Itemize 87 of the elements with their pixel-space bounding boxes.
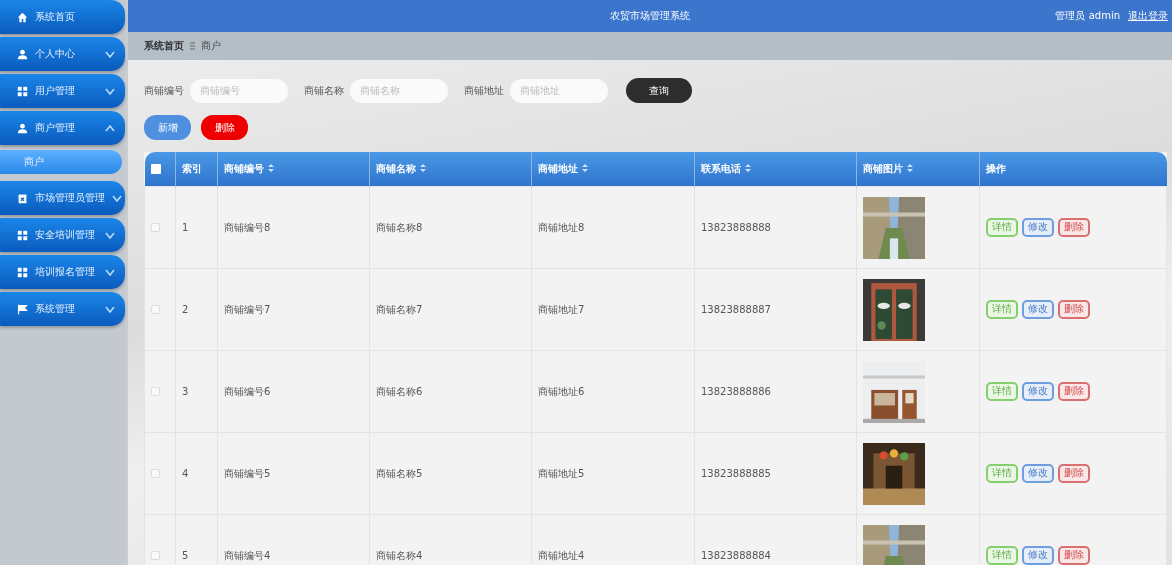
row-checkbox[interactable] [151,469,160,478]
table-cell: 商铺地址4 [538,549,585,561]
table-cell: 商铺编号4 [224,549,271,561]
table-cell: 商铺编号5 [224,467,271,479]
row-checkbox[interactable] [151,305,160,314]
add-button[interactable]: 新增 [144,115,191,140]
badge-icon [17,192,28,204]
delete-button[interactable]: 删除 [1058,546,1090,565]
sort-icon[interactable] [745,164,751,172]
edit-button[interactable]: 修改 [1022,218,1054,237]
app-title: 农贸市场管理系统 [610,10,690,21]
row-checkbox[interactable] [151,223,160,232]
sidebar-item[interactable]: 安全培训管理 [0,218,125,252]
table-cell: 4 [182,468,189,479]
sidebar-subitem[interactable]: 商户 [0,150,122,174]
grid-icon [17,229,28,241]
table-cell: 商铺地址8 [538,221,585,233]
column-header[interactable]: 商铺编号 [217,152,370,187]
grid-icon [17,266,28,278]
user-icon [17,48,28,60]
table-cell: 13823888886 [701,386,771,397]
edit-button[interactable]: 修改 [1022,300,1054,319]
select-all-checkbox[interactable] [150,164,161,174]
breadcrumb-item: 商户 [201,39,221,53]
table-cell: 2 [182,304,189,315]
table-cell: 5 [182,550,189,561]
edit-button[interactable]: 修改 [1022,464,1054,483]
table-cell: 商铺地址7 [538,303,585,315]
table-cell: 商铺编号7 [224,303,271,315]
table-cell: 商铺编号8 [224,221,271,233]
sidebar-item[interactable]: 个人中心 [0,37,125,71]
detail-button[interactable]: 详情 [986,546,1018,565]
sidebar-item[interactable]: 商户管理 [0,111,125,145]
detail-button[interactable]: 详情 [986,464,1018,483]
column-header[interactable]: 商铺名称 [369,152,532,187]
delete-button[interactable]: 删除 [1058,382,1090,401]
detail-button[interactable]: 详情 [986,382,1018,401]
column-header[interactable]: 商铺图片 [856,152,980,187]
row-checkbox[interactable] [151,551,160,560]
flag-icon [17,303,28,315]
sidebar-item[interactable]: 用户管理 [0,74,125,108]
table-cell: 商铺名称6 [376,385,423,397]
breadcrumb-item[interactable]: 系统首页 [144,39,184,53]
delete-button[interactable]: 删除 [1058,464,1090,483]
grid-icon [17,85,28,97]
sort-icon[interactable] [268,164,274,172]
user-icon [17,122,28,134]
field-label: 商铺地址 [464,83,504,98]
table-cell: 商铺名称5 [376,467,423,479]
edit-button[interactable]: 修改 [1022,382,1054,401]
column-header[interactable]: 联系电话 [694,152,857,187]
sort-icon[interactable] [907,164,913,172]
column-header[interactable]: 商铺地址 [531,152,695,187]
column-header: 操作 [979,152,1167,187]
sidebar-item[interactable]: 系统管理 [0,292,125,326]
logout-link[interactable]: 退出登录 [1128,9,1168,23]
table-cell: 13823888885 [701,468,771,479]
search-button[interactable]: 查询 [626,78,692,103]
table-cell: 商铺地址6 [538,385,585,397]
field-label: 商铺名称 [304,83,344,98]
sidebar-item[interactable]: 系统首页 [0,0,125,34]
sidebar-item[interactable]: 培训报名管理 [0,255,125,289]
table-cell: 3 [182,386,189,397]
detail-button[interactable]: 详情 [986,218,1018,237]
home-icon [17,11,28,23]
table-cell: 商铺地址5 [538,467,585,479]
separator-icon [190,42,195,50]
table-cell: 13823888884 [701,550,771,561]
edit-button[interactable]: 修改 [1022,546,1054,565]
table-cell: 13823888887 [701,304,771,315]
delete-button[interactable]: 删除 [1058,300,1090,319]
user-label: 管理员 admin [1055,9,1120,23]
table-cell: 商铺名称8 [376,221,423,233]
field-label: 商铺编号 [144,83,184,98]
delete-button[interactable]: 删除 [1058,218,1090,237]
detail-button[interactable]: 详情 [986,300,1018,319]
table-cell: 商铺名称7 [376,303,423,315]
row-checkbox[interactable] [151,387,160,396]
table-cell: 商铺名称4 [376,549,423,561]
delete-button[interactable]: 删除 [201,115,248,140]
sort-icon[interactable] [582,164,588,172]
sidebar-item[interactable]: 市场管理员管理 [0,181,125,215]
table-cell: 13823888888 [701,222,771,233]
table-cell: 1 [182,222,189,233]
table-cell: 商铺编号6 [224,385,271,397]
sort-icon[interactable] [420,164,426,172]
column-header: 索引 [175,152,218,187]
